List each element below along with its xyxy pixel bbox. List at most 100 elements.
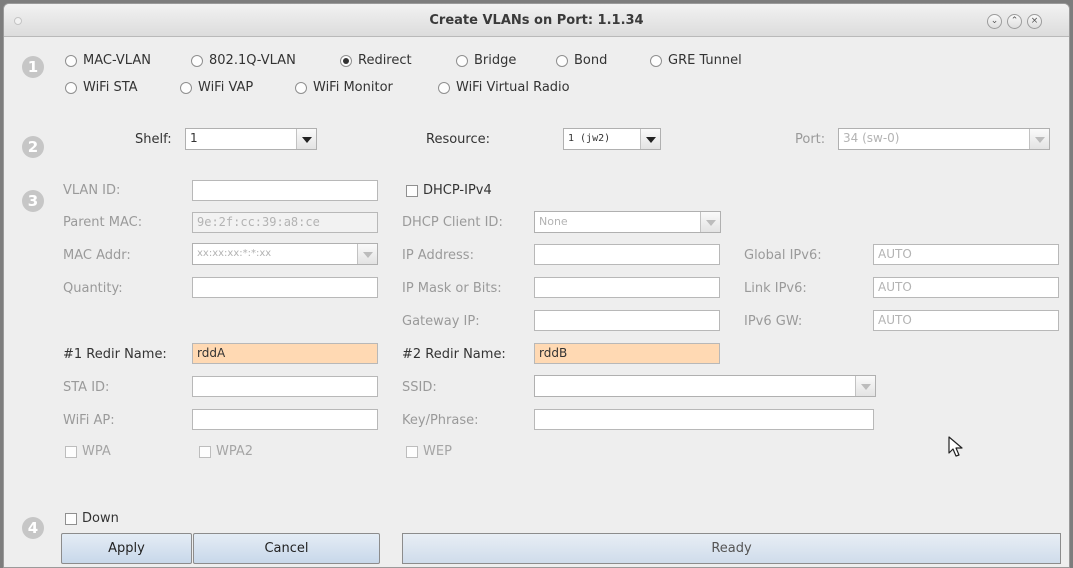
wep-checkbox[interactable]: WEP — [406, 444, 452, 459]
step-2-badge: 2 — [22, 136, 44, 158]
redir2-name-input[interactable]: rddB — [534, 343, 720, 364]
radio-label: Redirect — [358, 53, 412, 68]
chevron-down-icon[interactable] — [640, 129, 660, 149]
radio-label: WiFi Monitor — [313, 80, 393, 95]
wifi-ap-input[interactable] — [192, 409, 378, 430]
type-radio-gre-tunnel[interactable]: GRE Tunnel — [650, 53, 742, 68]
dhcp-client-id-select[interactable]: None — [534, 211, 721, 233]
minimize-icon[interactable]: ⌄ — [987, 14, 1002, 29]
resource-select[interactable]: 1 (jw2) — [563, 128, 661, 150]
ssid-select[interactable] — [534, 375, 876, 397]
radio-label: WiFi STA — [83, 80, 138, 95]
checkbox-label: WPA — [82, 444, 111, 459]
ip-address-input[interactable] — [534, 244, 720, 265]
parent-mac-field: 9e:2f:cc:39:a8:ce — [192, 212, 378, 233]
chevron-down-icon[interactable] — [1029, 129, 1049, 149]
type-radio-redirect[interactable]: Redirect — [340, 53, 412, 68]
checkbox-label: Down — [82, 511, 119, 526]
type-radio-bond[interactable]: Bond — [556, 53, 607, 68]
checkbox-box — [199, 445, 211, 458]
radio-indicator — [556, 54, 568, 67]
global-ipv6-label: Global IPv6: — [744, 248, 822, 263]
shelf-select[interactable]: 1 — [185, 128, 317, 150]
parent-mac-label: Parent MAC: — [63, 215, 143, 230]
radio-indicator — [65, 54, 77, 67]
wpa2-checkbox[interactable]: WPA2 — [199, 444, 253, 459]
radio-label: 802.1Q-VLAN — [209, 53, 296, 68]
shelf-label: Shelf: — [135, 132, 172, 147]
chevron-down-icon[interactable] — [700, 212, 720, 232]
step-1-badge: 1 — [22, 56, 44, 78]
sta-id-label: STA ID: — [63, 380, 110, 395]
wifi-ap-label: WiFi AP: — [63, 413, 115, 428]
radio-indicator-selected — [340, 54, 352, 67]
step-3-badge: 3 — [22, 190, 44, 212]
radio-label: GRE Tunnel — [668, 53, 742, 68]
ipv6-gw-input[interactable]: AUTO — [873, 310, 1059, 331]
type-radio-wifi-sta[interactable]: WiFi STA — [65, 80, 138, 95]
dhcp-client-id-label: DHCP Client ID: — [402, 215, 503, 230]
mac-addr-select[interactable]: xx:xx:xx:*:*:xx — [192, 243, 378, 265]
cancel-button[interactable]: Cancel — [193, 533, 380, 564]
link-ipv6-label: Link IPv6: — [744, 281, 807, 296]
chevron-down-icon[interactable] — [855, 376, 875, 396]
port-select[interactable]: 34 (sw-0) — [838, 128, 1050, 150]
ssid-label: SSID: — [402, 380, 437, 395]
maximize-icon[interactable]: ⌃ — [1007, 14, 1022, 29]
chevron-down-icon[interactable] — [296, 129, 316, 149]
type-radio-bridge[interactable]: Bridge — [456, 53, 516, 68]
radio-label: WiFi VAP — [198, 80, 254, 95]
title-bar[interactable]: Create VLANs on Port: 1.1.34 ⌄ ⌃ × — [4, 4, 1069, 37]
radio-indicator — [456, 54, 468, 67]
dhcp-client-id-value: None — [539, 215, 568, 228]
apply-button-label: Apply — [108, 541, 145, 556]
port-label: Port: — [795, 132, 826, 147]
radio-indicator — [295, 81, 307, 94]
radio-label: Bond — [574, 53, 608, 68]
checkbox-box — [406, 445, 418, 458]
vlan-id-label: VLAN ID: — [63, 183, 121, 198]
type-radio-wifi-virtual-radio[interactable]: WiFi Virtual Radio — [438, 80, 570, 95]
gateway-ip-label: Gateway IP: — [402, 314, 480, 329]
status-bar: Ready — [402, 533, 1061, 564]
type-radio-wifi-vap[interactable]: WiFi VAP — [180, 80, 253, 95]
ip-address-label: IP Address: — [402, 248, 474, 263]
radio-indicator — [191, 54, 203, 67]
ip-mask-label: IP Mask or Bits: — [402, 281, 502, 296]
key-phrase-input[interactable] — [534, 409, 874, 430]
dhcp-ipv4-checkbox[interactable]: DHCP-IPv4 — [406, 183, 492, 198]
vlan-id-input[interactable] — [192, 180, 378, 201]
checkbox-box — [406, 184, 418, 197]
close-icon[interactable]: × — [1027, 14, 1042, 29]
radio-indicator — [65, 81, 77, 94]
window-title: Create VLANs on Port: 1.1.34 — [429, 13, 644, 28]
gateway-ip-input[interactable] — [534, 310, 720, 331]
resource-label: Resource: — [426, 132, 490, 147]
chevron-down-icon[interactable] — [357, 244, 377, 264]
type-radio-mac-vlan[interactable]: MAC-VLAN — [65, 53, 151, 68]
link-ipv6-input[interactable]: AUTO — [873, 277, 1059, 298]
create-vlans-dialog: Create VLANs on Port: 1.1.34 ⌄ ⌃ × 1 2 3… — [3, 3, 1070, 568]
quantity-input[interactable] — [192, 277, 378, 298]
checkbox-label: WPA2 — [216, 444, 254, 459]
radio-label: Bridge — [474, 53, 517, 68]
mouse-cursor-icon — [948, 436, 963, 457]
type-radio-8021q-vlan[interactable]: 802.1Q-VLAN — [191, 53, 296, 68]
radio-label: WiFi Virtual Radio — [456, 80, 570, 95]
quantity-label: Quantity: — [63, 281, 123, 296]
resource-value: 1 (jw2) — [568, 133, 611, 144]
checkbox-box — [65, 512, 77, 525]
global-ipv6-input[interactable]: AUTO — [873, 244, 1059, 265]
down-checkbox[interactable]: Down — [65, 511, 119, 526]
ipv6-gw-label: IPv6 GW: — [744, 314, 803, 329]
port-value: 34 (sw-0) — [843, 131, 900, 145]
sta-id-input[interactable] — [192, 376, 378, 397]
ip-mask-input[interactable] — [534, 277, 720, 298]
wpa-checkbox[interactable]: WPA — [65, 444, 111, 459]
apply-button[interactable]: Apply — [61, 533, 192, 564]
step-4-badge: 4 — [22, 517, 44, 539]
cancel-button-label: Cancel — [264, 541, 309, 556]
redir1-name-input[interactable]: rddA — [192, 343, 378, 364]
checkbox-box — [65, 445, 77, 458]
type-radio-wifi-monitor[interactable]: WiFi Monitor — [295, 80, 393, 95]
